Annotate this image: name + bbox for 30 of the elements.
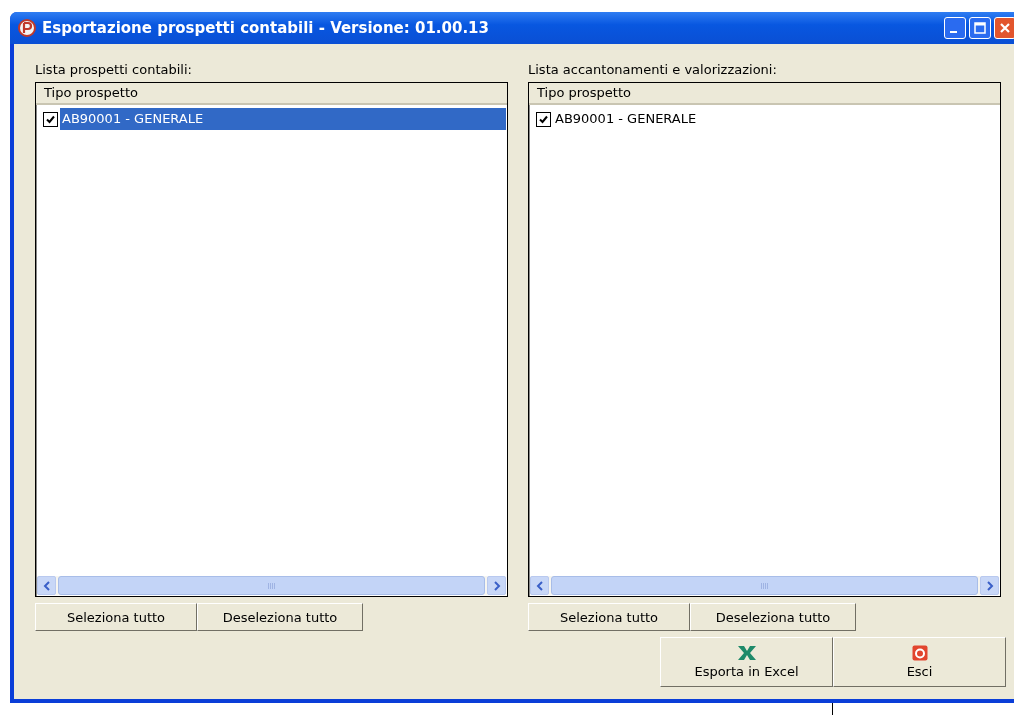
horizontal-scrollbar[interactable] xyxy=(37,576,506,595)
deselect-all-button[interactable]: Deseleziona tutto xyxy=(197,603,363,631)
scroll-right-icon[interactable] xyxy=(980,576,999,595)
column-header[interactable]: Tipo prospetto xyxy=(529,83,1000,105)
list-item[interactable]: AB90001 - GENERALE xyxy=(553,108,999,130)
deselect-all-button[interactable]: Deseleziona tutto xyxy=(690,603,856,631)
close-button[interactable] xyxy=(994,17,1014,39)
close-icon xyxy=(999,22,1011,34)
maximize-button[interactable] xyxy=(969,17,991,39)
export-excel-button[interactable]: Esporta in Excel xyxy=(660,637,833,687)
scroll-left-icon[interactable] xyxy=(530,576,549,595)
list-item[interactable]: AB90001 - GENERALE xyxy=(60,108,506,130)
checkbox[interactable] xyxy=(536,111,551,127)
horizontal-scrollbar[interactable] xyxy=(530,576,999,595)
scroll-left-icon[interactable] xyxy=(37,576,56,595)
scroll-right-icon[interactable] xyxy=(487,576,506,595)
select-all-button[interactable]: Seleziona tutto xyxy=(35,603,197,631)
maximize-icon xyxy=(974,22,986,34)
column-header[interactable]: Tipo prospetto xyxy=(36,83,507,105)
exit-button[interactable]: Esci xyxy=(833,637,1006,687)
minimize-button[interactable] xyxy=(944,17,966,39)
checkbox[interactable] xyxy=(43,111,58,127)
list-label: Lista prospetti contabili: xyxy=(35,62,193,77)
excel-icon xyxy=(736,645,757,661)
minimize-icon xyxy=(950,31,957,33)
list-label: Lista accantonamenti e valorizzazioni: xyxy=(528,62,778,77)
power-icon xyxy=(911,645,928,661)
app-logo-icon xyxy=(18,19,36,37)
window-title: Esportazione prospetti contabili - Versione: 01.00.13 xyxy=(42,19,490,37)
select-all-button[interactable]: Seleziona tutto xyxy=(528,603,690,631)
